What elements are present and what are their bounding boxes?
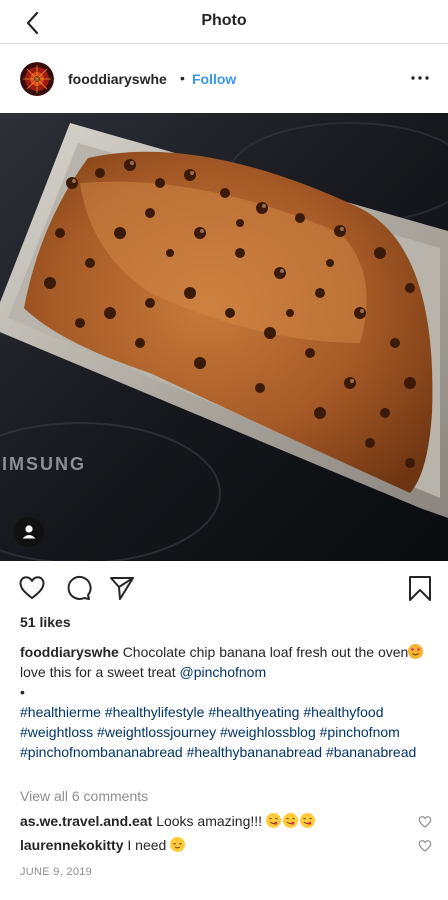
caption-text-start: Chocolate chip banana loaf fresh out the…: [122, 644, 409, 660]
caption-mention[interactable]: @pinchofnom: [180, 664, 267, 680]
bookmark-icon[interactable]: [406, 574, 434, 602]
hashtag-link[interactable]: #healthylifestyle: [105, 704, 205, 720]
post-photo[interactable]: IMSUNG: [0, 113, 448, 561]
relieved-emoji-icon: [170, 837, 186, 852]
comment-text: Looks amazing!!!: [156, 813, 263, 829]
hashtag-link[interactable]: #weightloss: [20, 724, 93, 740]
small-heart-icon[interactable]: [418, 815, 432, 829]
hashtag-link[interactable]: #healthyeating: [208, 704, 299, 720]
comment-item: laurennekokitty I need: [20, 836, 410, 854]
caption-text-end: love this for a sweet treat: [20, 664, 180, 680]
comment-text: I need: [127, 837, 167, 853]
page-title: Photo: [201, 12, 247, 29]
caption-bullet: •: [20, 684, 25, 700]
hashtag-link[interactable]: #bananabread: [326, 744, 416, 760]
avatar[interactable]: [20, 62, 54, 96]
yum-emoji-icon: [299, 813, 315, 828]
comment-username[interactable]: as.we.travel.and.eat: [20, 813, 152, 829]
hashtag-link[interactable]: #healthierme: [20, 704, 101, 720]
paper-plane-icon[interactable]: [108, 574, 136, 602]
heart-eyes-emoji-icon: [408, 644, 424, 659]
separator-dot: •: [180, 70, 185, 86]
hashtag-link[interactable]: #healthybananabread: [187, 744, 322, 760]
hashtag-link[interactable]: #healthyfood: [303, 704, 383, 720]
top-navigation-bar: Photo: [0, 0, 448, 44]
view-all-comments-link[interactable]: View all 6 comments: [20, 788, 148, 804]
yum-emoji-icon: [265, 813, 281, 828]
heart-outline-icon[interactable]: [18, 574, 46, 602]
hashtag-link[interactable]: #weightlossjourney: [97, 724, 216, 740]
photo-brand-text: IMSUNG: [2, 454, 86, 474]
hashtag-link[interactable]: #pinchofnombananabread: [20, 744, 183, 760]
comment-username[interactable]: laurennekokitty: [20, 837, 123, 853]
caption-username[interactable]: fooddiaryswhe: [20, 644, 119, 660]
small-heart-icon[interactable]: [418, 839, 432, 853]
more-horizontal-icon[interactable]: [410, 71, 430, 85]
post-author-username[interactable]: fooddiaryswhe: [68, 71, 167, 87]
yum-emoji-icon: [282, 813, 298, 828]
hashtag-link[interactable]: #weighlossblog: [220, 724, 316, 740]
like-count[interactable]: 51 likes: [20, 614, 71, 630]
hashtag-link[interactable]: #pinchofnom: [320, 724, 400, 740]
follow-button[interactable]: Follow: [192, 71, 236, 87]
user-tag-icon[interactable]: [14, 517, 44, 547]
post-header: fooddiaryswhe • Follow: [0, 45, 448, 113]
post-action-bar: [0, 568, 448, 608]
post-date: JUNE 9, 2019: [20, 866, 93, 878]
hashtag-list: #healthierme #healthylifestyle #healthye…: [20, 702, 424, 762]
post-caption: fooddiaryswhe Chocolate chip banana loaf…: [20, 642, 424, 762]
comment-item: as.we.travel.and.eat Looks amazing!!!: [20, 812, 410, 830]
comment-bubble-icon[interactable]: [64, 574, 92, 602]
